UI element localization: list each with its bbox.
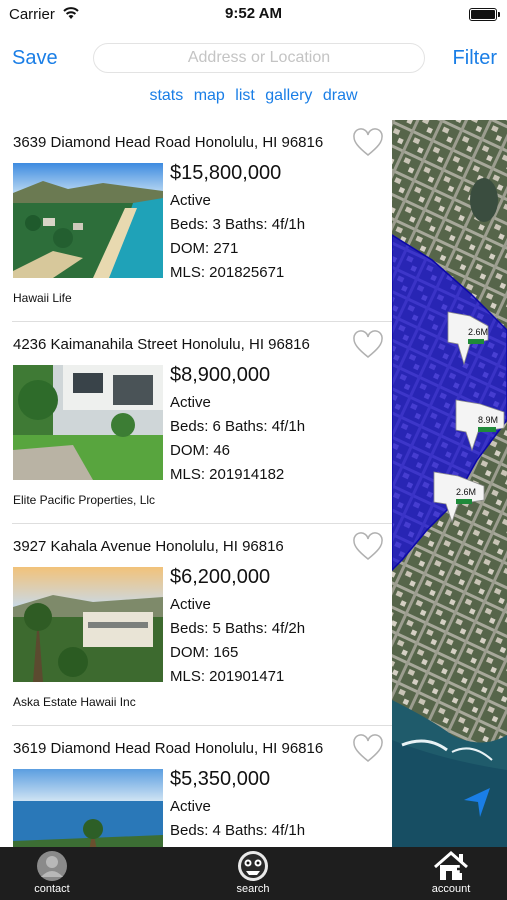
tab-search[interactable]: search: [203, 847, 303, 900]
listing-price: $8,900,000: [170, 364, 271, 386]
account-house-icon: [434, 851, 468, 880]
listing-photo[interactable]: [13, 567, 163, 682]
listing-beds-baths: Beds: 3 Baths: 4f/1h: [170, 216, 306, 233]
view-link-gallery[interactable]: gallery: [265, 87, 312, 104]
map-pin-price: 2.6M: [468, 327, 488, 337]
listing-list[interactable]: 3639 Diamond Head Road Honolulu, HI 9681…: [0, 120, 392, 847]
view-link-list[interactable]: list: [235, 87, 255, 104]
favorite-heart-icon[interactable]: [352, 128, 384, 158]
listing-status: Active: [170, 798, 211, 815]
tab-account[interactable]: account: [401, 847, 501, 900]
view-link-map[interactable]: map: [194, 87, 225, 104]
listing-dom: DOM: 46: [170, 442, 231, 459]
listing-mls: MLS: 201914182: [170, 466, 285, 483]
listing-item[interactable]: 3639 Diamond Head Road Honolulu, HI 9681…: [12, 120, 392, 322]
search-input[interactable]: [93, 43, 425, 73]
listing-mls: MLS: 201825671: [170, 264, 285, 281]
listing-agency: Hawaii Life: [13, 291, 72, 305]
view-link-stats[interactable]: stats: [149, 87, 183, 104]
tab-account-label: account: [431, 883, 471, 895]
listing-address: 3639 Diamond Head Road Honolulu, HI 9681…: [13, 134, 324, 151]
map-view[interactable]: 2.6M 8.9M 2.6M: [392, 120, 507, 847]
listing-photo[interactable]: [13, 769, 163, 847]
listing-price: $5,350,000: [170, 768, 271, 790]
filter-button[interactable]: Filter: [453, 47, 497, 70]
tab-search-label: search: [236, 883, 270, 895]
tab-contact[interactable]: contact: [2, 847, 102, 900]
listing-address: 3619 Diamond Head Road Honolulu, HI 9681…: [13, 740, 324, 757]
listing-item[interactable]: 3927 Kahala Avenue Honolulu, HI 96816 $6…: [12, 524, 392, 726]
contact-avatar-icon: [37, 851, 67, 881]
listing-beds-baths: Beds: 4 Baths: 4f/1h: [170, 822, 306, 839]
listing-price: $15,800,000: [170, 162, 282, 184]
listing-beds-baths: Beds: 6 Baths: 4f/1h: [170, 418, 306, 435]
favorite-heart-icon[interactable]: [352, 532, 384, 562]
battery-icon: [469, 8, 500, 21]
listing-address: 4236 Kaimanahila Street Honolulu, HI 968…: [13, 336, 310, 353]
listing-dom: DOM: 165: [170, 644, 239, 661]
listing-status: Active: [170, 394, 211, 411]
favorite-heart-icon[interactable]: [352, 330, 384, 360]
view-switcher: stats map list gallery draw: [0, 87, 507, 105]
listing-photo[interactable]: [13, 365, 163, 480]
map-pin-price: 8.9M: [478, 415, 498, 425]
listing-dom: DOM: 271: [170, 240, 239, 257]
listing-item[interactable]: 3619 Diamond Head Road Honolulu, HI 9681…: [12, 726, 392, 847]
listing-agency: Aska Estate Hawaii Inc: [13, 695, 136, 709]
listing-status: Active: [170, 596, 211, 613]
save-button[interactable]: Save: [12, 47, 58, 70]
listing-mls: MLS: 201901471: [170, 668, 285, 685]
listing-address: 3927 Kahala Avenue Honolulu, HI 96816: [13, 538, 284, 555]
status-bar: Carrier 9:52 AM: [0, 0, 507, 30]
tab-contact-label: contact: [34, 883, 70, 895]
tab-bar: contact search account: [0, 847, 507, 900]
favorite-heart-icon[interactable]: [352, 734, 384, 764]
map-pin-price: 2.6M: [456, 487, 476, 497]
listing-agency: Elite Pacific Properties, Llc: [13, 493, 156, 507]
clock: 9:52 AM: [225, 5, 282, 22]
listing-item[interactable]: 4236 Kaimanahila Street Honolulu, HI 968…: [12, 322, 392, 524]
listing-price: $6,200,000: [170, 566, 271, 588]
listing-status: Active: [170, 192, 211, 209]
listing-beds-baths: Beds: 5 Baths: 4f/2h: [170, 620, 306, 637]
view-link-draw[interactable]: draw: [323, 87, 358, 104]
search-mascot-icon: [238, 851, 268, 881]
listing-photo[interactable]: [13, 163, 163, 278]
